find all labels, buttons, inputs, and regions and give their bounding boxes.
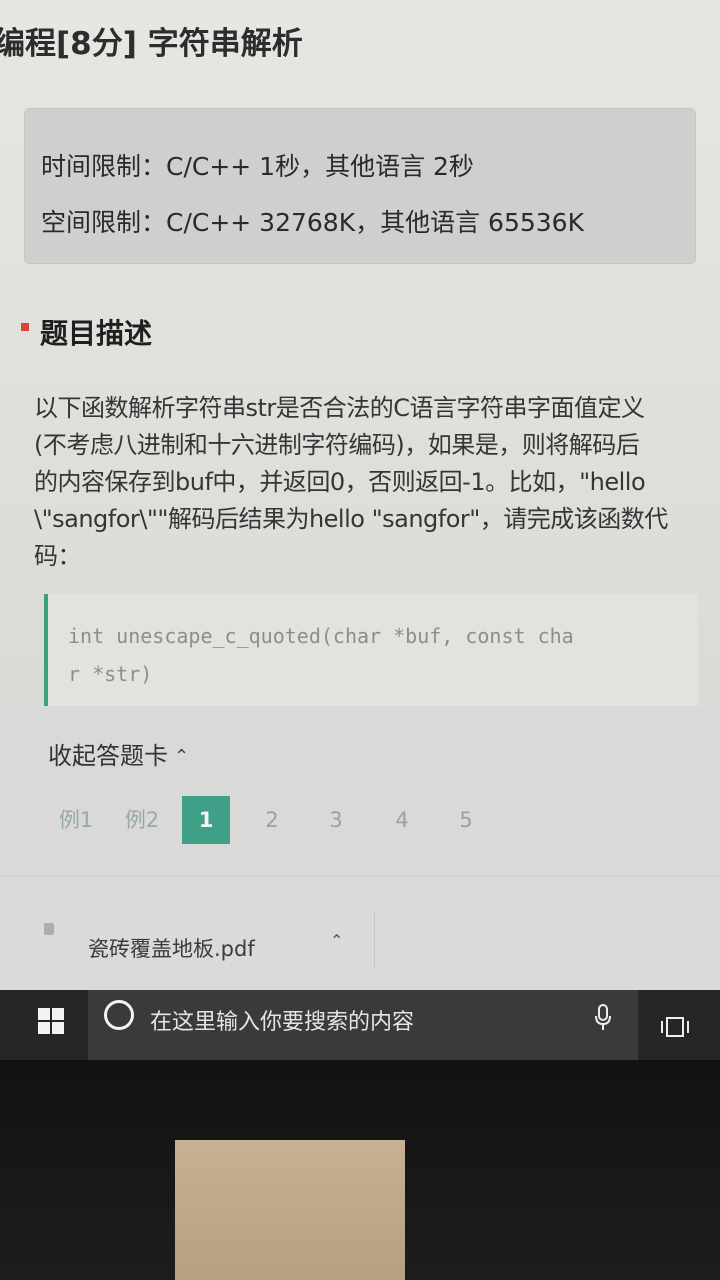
description-line: 码： [34, 542, 82, 570]
collapse-answer-card-button[interactable]: 收起答题卡 ⌃ [48, 736, 189, 771]
question-1-tab[interactable]: 1 [182, 796, 230, 844]
code-block: int unescape_c_quoted(char *buf, const c… [44, 594, 698, 706]
monitor-stand [175, 1140, 405, 1280]
search-placeholder: 在这里输入你要搜索的内容 [150, 1010, 415, 1035]
screen: 编程[8分] 字符串解析 时间限制：C/C++ 1秒，其他语言 2秒 空间限制：… [0, 0, 720, 1060]
code-line: r *str) [68, 662, 153, 686]
code-line: int unescape_c_quoted(char *buf, const c… [68, 624, 574, 648]
limits-box: 时间限制：C/C++ 1秒，其他语言 2秒 空间限制：C/C++ 32768K，… [24, 108, 696, 264]
microphone-icon[interactable] [594, 1004, 612, 1032]
description-line: (不考虑八进制和十六进制字符编码)，如果是，则将解码后 [34, 431, 640, 459]
cortana-icon [104, 1000, 134, 1030]
question-3-tab[interactable]: 3 [312, 796, 360, 844]
chevron-up-icon[interactable]: ⌃ [330, 931, 343, 950]
description-line: 的内容保存到buf中，并返回0，否则返回-1。比如，"hello [34, 468, 646, 496]
taskbar: 在这里输入你要搜索的内容 [0, 990, 720, 1060]
file-icon [44, 923, 54, 935]
download-bar: 瓷砖覆盖地板.pdf ⌃ [0, 876, 720, 991]
problem-description: 以下函数解析字符串str是否合法的C语言字符串字面值定义 (不考虑八进制和十六进… [34, 390, 674, 575]
example-2-tab[interactable]: 例2 [112, 796, 172, 844]
windows-start-icon[interactable] [38, 1008, 64, 1034]
download-file-name[interactable]: 瓷砖覆盖地板.pdf [88, 933, 255, 963]
taskbar-search-box[interactable]: 在这里输入你要搜索的内容 [88, 990, 638, 1060]
collapse-label: 收起答题卡 [48, 742, 168, 770]
example-1-tab[interactable]: 例1 [46, 796, 106, 844]
answer-card-panel: 收起答题卡 ⌃ 例1 例2 1 2 3 4 5 [0, 706, 720, 876]
time-limit: 时间限制：C/C++ 1秒，其他语言 2秒 [41, 152, 474, 181]
question-2-tab[interactable]: 2 [248, 796, 296, 844]
section-marker [21, 323, 29, 331]
question-4-tab[interactable]: 4 [378, 796, 426, 844]
section-title: 题目描述 [40, 317, 153, 350]
question-5-tab[interactable]: 5 [442, 796, 490, 844]
description-line: \"sangfor\""解码后结果为hello "sangfor"，请完成该函数… [34, 505, 668, 533]
page-title: 编程[8分] 字符串解析 [0, 26, 303, 62]
description-line: 以下函数解析字符串str是否合法的C语言字符串字面值定义 [34, 394, 645, 422]
task-view-icon[interactable] [660, 1016, 690, 1038]
space-limit: 空间限制：C/C++ 32768K，其他语言 65536K [41, 208, 584, 237]
chevron-up-icon: ⌃ [174, 746, 190, 767]
divider [374, 913, 375, 969]
